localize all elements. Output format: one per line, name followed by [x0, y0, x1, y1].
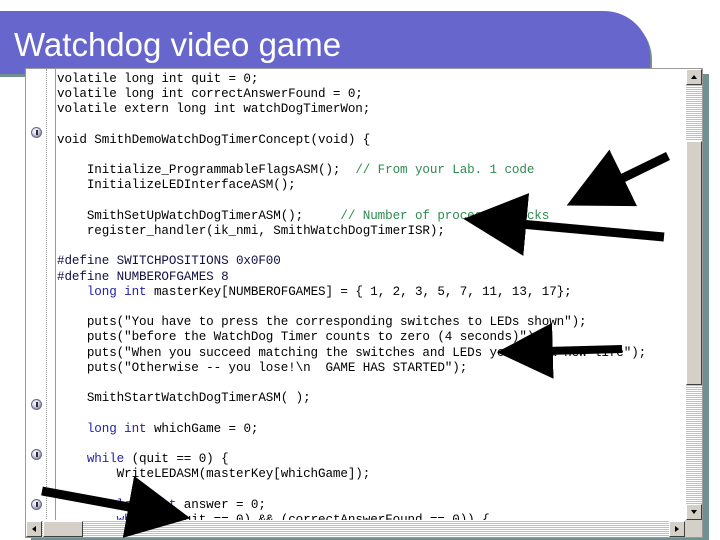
bookmark-icon[interactable]	[31, 449, 42, 460]
editor-gutter	[26, 69, 47, 537]
gutter-separator	[55, 69, 56, 537]
code-span-cmt: // Number of processor ticks	[340, 208, 550, 223]
bookmark-icon[interactable]	[31, 399, 42, 410]
code-line: WriteLEDASM(masterKey[whichGame]);	[57, 467, 684, 482]
code-span-txt: volatile long int quit = 0;	[57, 72, 259, 86]
code-line: while (quit == 0) {	[57, 452, 684, 467]
code-span-txt: register_handler(ik_nmi, SmithWatchDogTi…	[57, 223, 445, 238]
code-span-kw: long int	[86, 284, 147, 299]
code-span-txt: masterKey[NUMBEROFGAMES] = { 1, 2, 3, 5,…	[146, 284, 572, 299]
scroll-down-arrow-icon	[691, 510, 697, 514]
scroll-right-arrow-icon	[675, 526, 679, 532]
page-title: Watchdog video game	[14, 26, 342, 63]
code-span-txt	[57, 422, 87, 436]
bookmark-icon[interactable]	[31, 499, 42, 510]
code-line: volatile long int correctAnswerFound = 0…	[57, 87, 684, 102]
code-line: #define SWITCHPOSITIONS 0x0F00	[57, 254, 684, 269]
code-span-txt: whichGame = 0;	[146, 421, 259, 436]
code-line: SmithStartWatchDogTimerASM( );	[57, 391, 684, 406]
code-span-txt	[57, 285, 87, 299]
horizontal-scrollbar[interactable]	[26, 520, 685, 537]
code-span-txt: void SmithDemoWatchDogTimerConcept(void)…	[57, 132, 371, 147]
code-span-txt	[57, 513, 117, 520]
code-span-txt: puts("Otherwise -- you lose!\n GAME HAS …	[57, 360, 468, 375]
scroll-down-button[interactable]	[686, 504, 702, 520]
code-line: #define NUMBEROFGAMES 8	[57, 270, 684, 285]
code-editor-window: volatile long int quit = 0; volatile long…	[25, 68, 703, 538]
code-line: long int masterKey[NUMBEROFGAMES] = { 1,…	[57, 285, 684, 300]
code-line: puts("Otherwise -- you lose!\n GAME HAS …	[57, 361, 684, 376]
code-span-kw: while	[116, 512, 154, 520]
code-span-txt: answer = 0;	[176, 497, 266, 512]
code-line: puts("You have to press the correspondin…	[57, 315, 684, 330]
code-span-pp: #define SWITCHPOSITIONS 0x0F00	[57, 254, 281, 269]
scroll-left-arrow-icon	[32, 526, 36, 532]
vertical-scroll-thumb[interactable]	[686, 141, 702, 385]
code-span-txt: puts("You have to press the correspondin…	[57, 315, 587, 330]
code-line: while ((quit == 0) && (correctAnswerFoun…	[57, 513, 684, 520]
slide-canvas: Watchdog video game volatile long int qu…	[0, 0, 720, 540]
code-span-txt: SmithStartWatchDogTimerASM( );	[57, 391, 311, 406]
code-line: void SmithDemoWatchDogTimerConcept(void)…	[57, 133, 684, 148]
code-line: register_handler(ik_nmi, SmithWatchDogTi…	[57, 224, 684, 239]
code-line: Initialize_ProgrammableFlagsASM(); // Fr…	[57, 163, 684, 178]
code-span-txt: WriteLEDASM(masterKey[whichGame]);	[57, 467, 371, 482]
bookmark-icon[interactable]	[31, 127, 42, 138]
scrollbar-corner	[685, 520, 702, 537]
code-span-cmt: // From your Lab. 1 code	[355, 163, 535, 178]
code-span-txt: SmithSetUpWatchDogTimerASM();	[57, 208, 341, 223]
code-span-txt: puts("before the WatchDog Timer counts t…	[57, 330, 542, 345]
source-code-text: volatile long int quit = 0; volatile long…	[57, 72, 684, 520]
code-line: volatile long int quit = 0;	[57, 72, 684, 87]
code-line: puts("before the WatchDog Timer counts t…	[57, 330, 684, 345]
code-span-txt: volatile long int correctAnswerFound = 0…	[57, 87, 363, 102]
vertical-scrollbar[interactable]	[685, 69, 702, 520]
code-span-txt: volatile extern long int watchDogTimerWo…	[57, 102, 371, 117]
code-scroll-region[interactable]: volatile long int quit = 0; volatile long…	[57, 72, 684, 520]
code-line: volatile extern long int watchDogTimerWo…	[57, 102, 684, 117]
code-span-txt	[57, 452, 87, 466]
scroll-up-button[interactable]	[686, 69, 702, 85]
scroll-left-button[interactable]	[26, 521, 42, 537]
code-span-txt	[57, 498, 117, 512]
horizontal-scroll-thumb[interactable]	[43, 521, 83, 537]
code-line: InitializeLEDInterfaceASM();	[57, 178, 684, 193]
code-span-txt: InitializeLEDInterfaceASM();	[57, 178, 296, 193]
code-span-kw: long int	[116, 497, 177, 512]
code-span-txt: Initialize_ProgrammableFlagsASM();	[57, 163, 356, 178]
code-span-kw: while	[86, 451, 125, 466]
scroll-right-button[interactable]	[669, 521, 685, 537]
code-span-txt: puts("When you succeed matching the swit…	[57, 345, 647, 360]
code-line: SmithSetUpWatchDogTimerASM(); // Number …	[57, 209, 684, 224]
code-span-kw: long int	[86, 421, 147, 436]
scroll-up-arrow-icon	[691, 75, 697, 79]
code-line: puts("When you succeed matching the swit…	[57, 346, 684, 361]
code-line: long int answer = 0;	[57, 498, 684, 513]
code-span-txt: ((quit == 0) && (correctAnswerFound == 0…	[153, 512, 490, 520]
code-span-pp: #define NUMBEROFGAMES 8	[57, 269, 229, 284]
code-line: long int whichGame = 0;	[57, 422, 684, 437]
code-span-txt: (quit == 0) {	[124, 451, 229, 466]
